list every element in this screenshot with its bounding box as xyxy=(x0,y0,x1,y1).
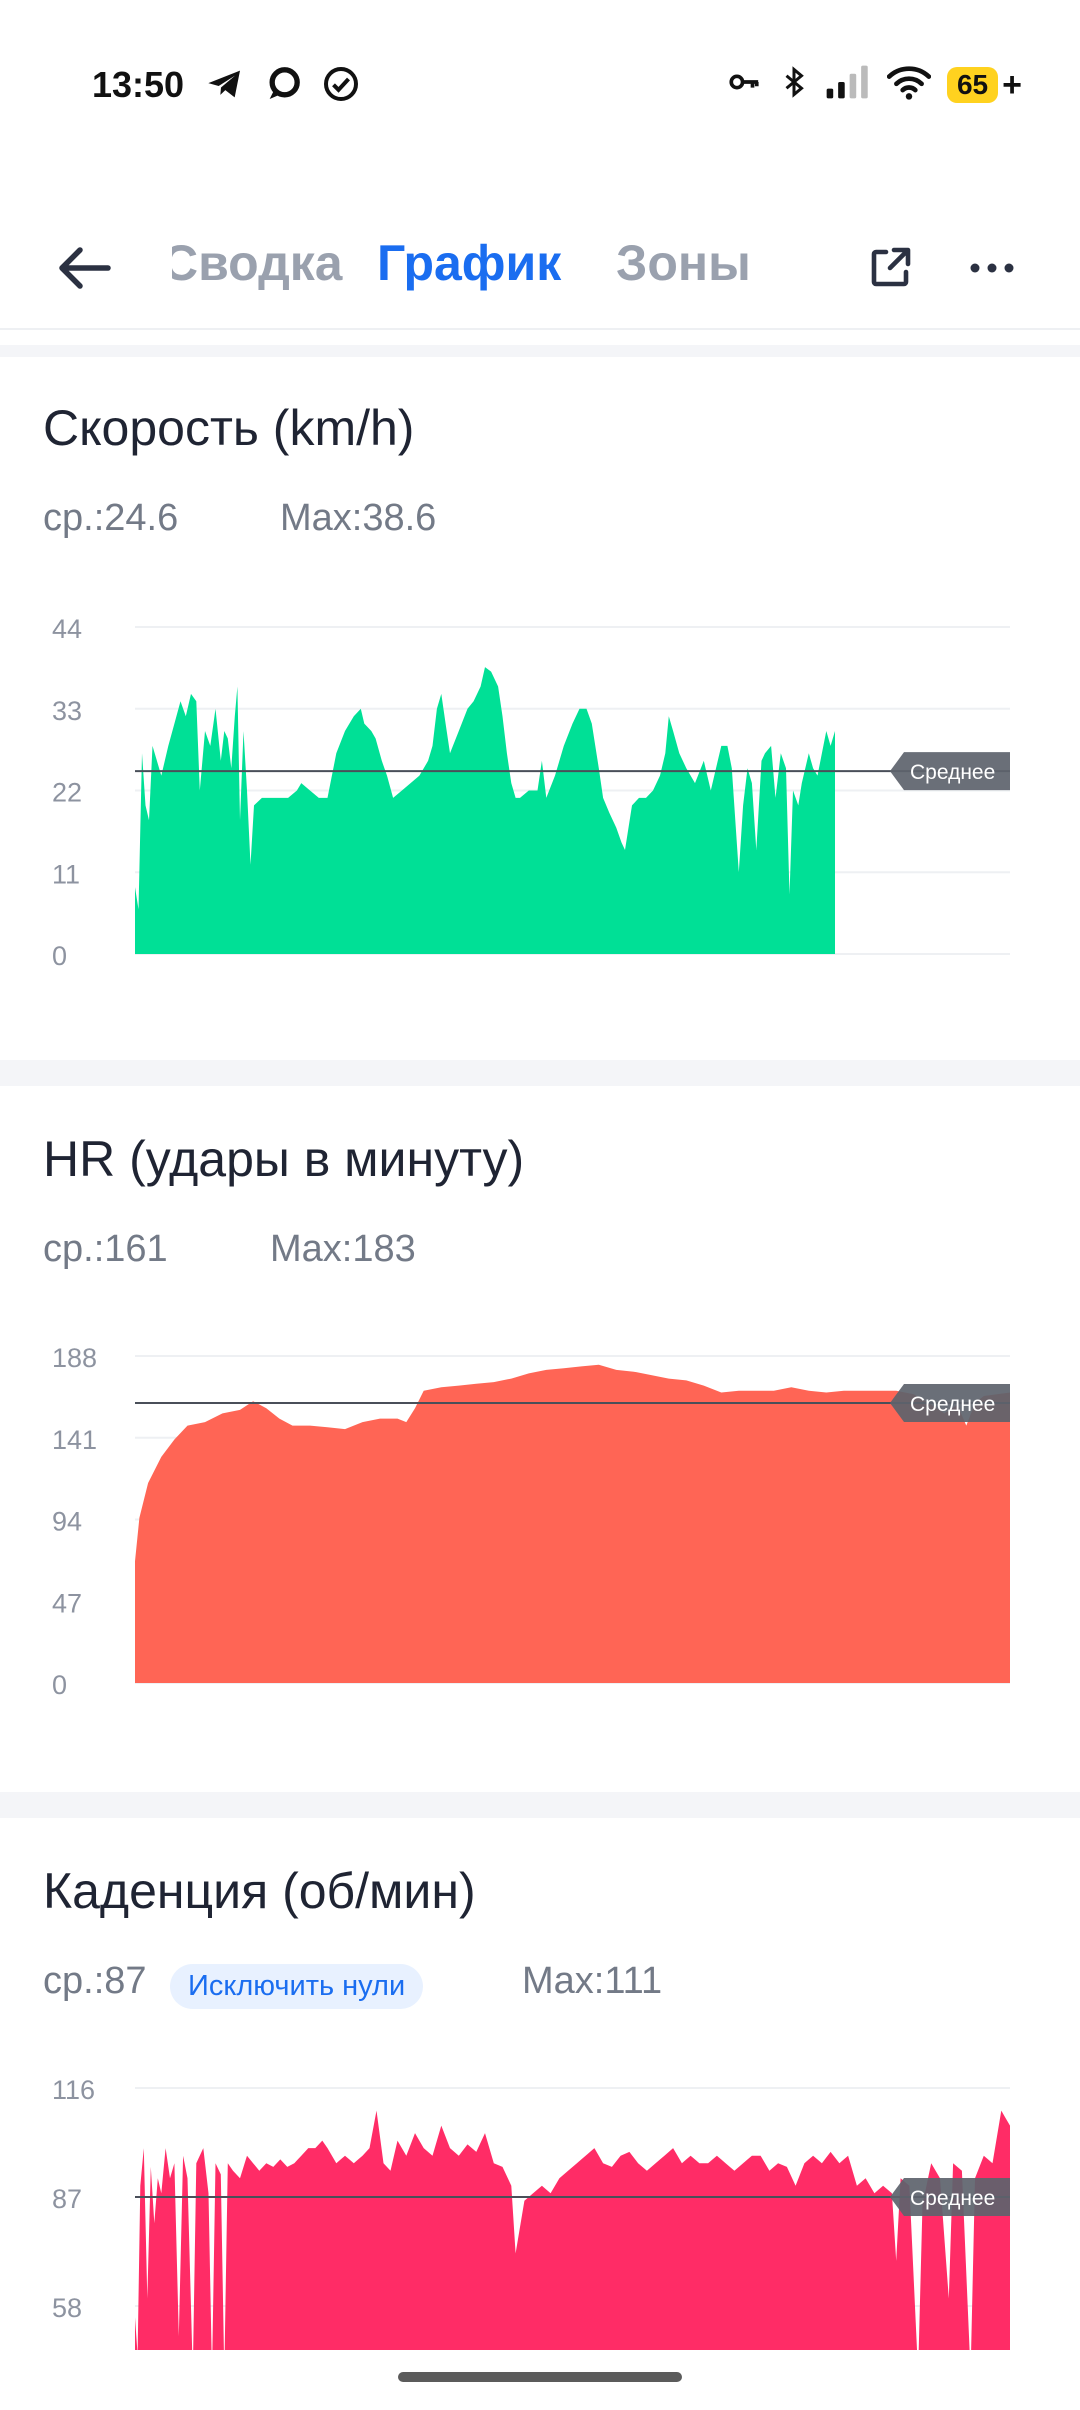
section-divider xyxy=(0,345,1080,357)
x-tick-label: 2 километр xyxy=(264,974,405,977)
x-tick-label: 8 километр xyxy=(789,974,930,977)
average-label: Среднее xyxy=(890,1383,1010,1422)
average-label-text: Среднее xyxy=(910,1393,995,1416)
charging-plus: + xyxy=(1002,65,1022,104)
status-left-icons xyxy=(205,64,361,109)
average-label: Среднее xyxy=(890,752,1010,791)
x-tick-label: 8 километр xyxy=(789,1703,930,1706)
average-label: Среднее xyxy=(890,2178,1010,2216)
section-divider xyxy=(0,1060,1080,1086)
more-options-button[interactable] xyxy=(960,240,1024,296)
x-tick-label: 6 километр xyxy=(614,974,755,977)
bluetooth-icon xyxy=(779,64,809,105)
cadence-section: Каденция (об/мин) ср.:87 Исключить нули … xyxy=(0,1818,1080,2350)
cadence-avg: ср.:87 xyxy=(43,1960,147,2002)
average-label-text: Среднее xyxy=(910,761,995,784)
tab-zones[interactable]: Зоны xyxy=(616,234,751,292)
y-tick-label: 44 xyxy=(52,614,82,644)
y-tick-label: 33 xyxy=(52,696,82,726)
x-tick-label: 4 километр xyxy=(439,974,580,977)
y-tick-label: 116 xyxy=(52,2075,95,2105)
section-divider xyxy=(0,1792,1080,1818)
check-circle-icon xyxy=(321,64,361,109)
y-tick-label: 47 xyxy=(52,1588,82,1618)
y-tick-label: 22 xyxy=(52,778,82,808)
signal-icon xyxy=(825,65,871,104)
x-tick-label: 4 километр xyxy=(439,1703,580,1706)
hr-section: HR (удары в минуту) ср.:161 Max:183 188 1… xyxy=(0,1086,1080,1786)
cadence-chart: 116875829Среднее xyxy=(0,2058,1080,2350)
y-tick-label: 0 xyxy=(52,941,67,971)
cadence-max: Max:111 xyxy=(522,1960,663,2002)
series-area xyxy=(135,2110,1010,2350)
hr-title: HR (удары в минуту) xyxy=(43,1131,525,1187)
speed-chart-svg: 44 33 22 11 0 Среднее 2 километр 4 километр 6 ки… xyxy=(52,614,1010,977)
share-button[interactable] xyxy=(862,240,918,296)
series-area xyxy=(135,1364,1010,1683)
status-right-icons: 65 + xyxy=(725,64,1022,105)
tab-bar: Сводка График Зоны xyxy=(0,200,1080,330)
speed-avg: ср.:24.6 xyxy=(43,497,179,539)
external-link-icon xyxy=(871,247,911,287)
series-area xyxy=(135,667,835,954)
more-dots-icon xyxy=(970,263,1014,273)
speed-title: Скорость (km/h) xyxy=(43,400,415,456)
y-tick-label: 94 xyxy=(52,1507,82,1537)
x-tick-label: 2 километр xyxy=(264,1703,405,1706)
speed-max: Max:38.6 xyxy=(280,497,437,539)
hr-chart: 188 141 94 47 0 Среднее 2 километр 4 километр 6 … xyxy=(0,1326,1080,1706)
speed-chart: 44 33 22 11 0 Среднее 2 километр 4 километр 6 ки… xyxy=(0,597,1080,977)
chat-bubble-icon xyxy=(263,64,303,109)
y-tick-label: 0 xyxy=(52,1670,67,1700)
hr-max: Max:183 xyxy=(270,1228,416,1270)
hr-chart-svg: 188 141 94 47 0 Среднее 2 километр 4 километр 6 … xyxy=(52,1343,1010,1706)
y-tick-label: 87 xyxy=(52,2184,82,2214)
exclude-zeros-chip[interactable]: Исключить нули xyxy=(170,1964,424,2009)
tab-summary[interactable]: Сводка xyxy=(172,234,343,292)
cadence-title: Каденция (об/мин) xyxy=(43,1863,476,1919)
hr-avg: ср.:161 xyxy=(43,1228,168,1270)
status-time: 13:50 xyxy=(92,64,185,105)
y-tick-label: 141 xyxy=(52,1425,97,1455)
average-label-text: Среднее xyxy=(910,2187,995,2210)
telegram-icon xyxy=(205,64,245,109)
battery-indicator: 65 + xyxy=(946,65,1022,104)
y-tick-label: 11 xyxy=(52,859,80,889)
battery-level: 65 xyxy=(946,66,999,103)
tab-chart[interactable]: График xyxy=(377,234,561,292)
y-tick-label: 188 xyxy=(52,1343,97,1373)
cadence-chart-svg: 116875829Среднее xyxy=(52,2075,1010,2350)
y-tick-label: 58 xyxy=(52,2293,82,2323)
status-bar: 13:50 65 + xyxy=(0,0,1080,170)
wifi-icon xyxy=(886,64,932,105)
key-icon xyxy=(725,65,763,104)
x-tick-label: 6 километр xyxy=(614,1703,755,1706)
home-indicator[interactable] xyxy=(398,2372,682,2382)
app-header: Сводка График Зоны xyxy=(0,200,1080,330)
speed-section: Скорость (km/h) ср.:24.6 Max:38.6 44 33 22… xyxy=(0,357,1080,1057)
